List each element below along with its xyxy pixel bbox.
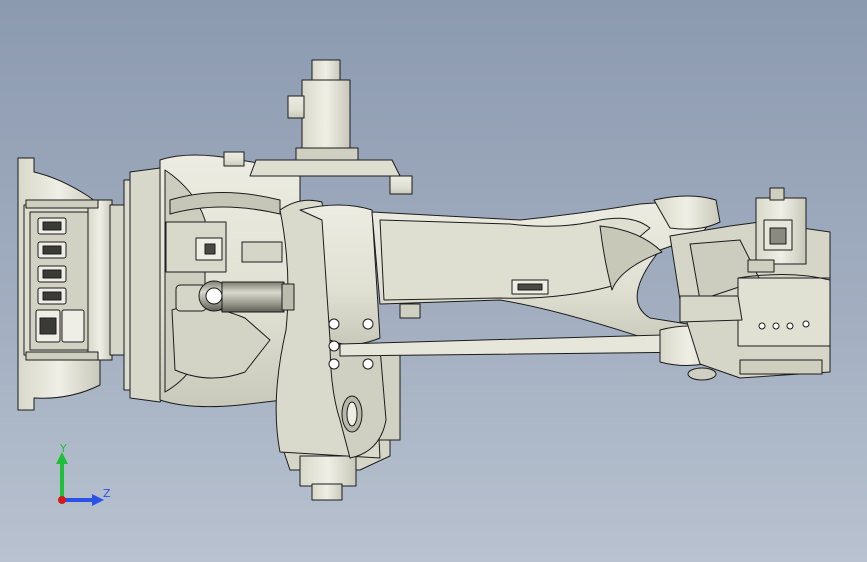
robot-base — [17, 157, 125, 411]
coordinate-triad: Y Z — [56, 442, 111, 506]
x-axis-origin — [58, 496, 66, 504]
z-axis-label: Z — [103, 487, 111, 500]
lower-arm — [275, 199, 387, 459]
y-axis-label: Y — [59, 442, 67, 455]
robot-arm-drawing: Y Z — [17, 59, 831, 506]
axis-motor-top — [223, 59, 413, 195]
cad-viewport[interactable]: Y Z — [0, 0, 867, 562]
upper-arm — [371, 195, 721, 347]
